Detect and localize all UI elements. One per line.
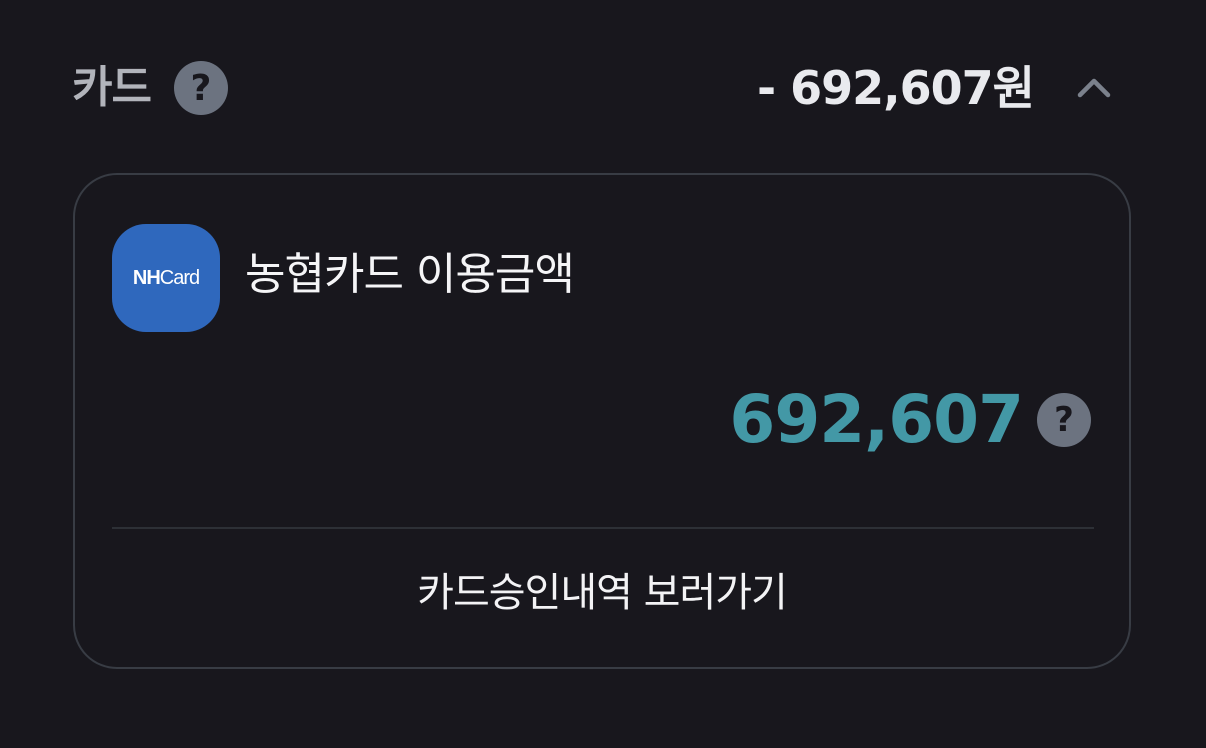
card-usage-title: 농협카드 이용금액 — [245, 249, 575, 300]
question-mark-icon[interactable]: ? — [174, 61, 228, 115]
chevron-up-icon[interactable] — [1076, 70, 1112, 106]
total-amount: - 692,607원 — [757, 61, 1035, 115]
card-section-header[interactable]: 카드 ? - 692,607원 — [72, 56, 1122, 120]
logo-brand-regular: Card — [159, 266, 200, 289]
card-amount-row: 692,607 ? — [729, 385, 1091, 455]
page: 카드 ? - 692,607원 NH Card 농협카드 이용금액 692,607… — [0, 0, 1206, 748]
card-approval-history-link[interactable]: 카드승인내역 보러가기 — [75, 565, 1129, 621]
question-mark-icon[interactable]: ? — [1037, 393, 1091, 447]
section-title: 카드 — [72, 62, 152, 113]
nh-card-logo: NH Card — [112, 224, 220, 332]
logo-brand-bold: NH — [132, 266, 161, 289]
card-usage-amount: 692,607 — [729, 381, 1024, 458]
card-usage-panel: NH Card 농협카드 이용금액 692,607 ? 카드승인내역 보러가기 — [73, 173, 1131, 669]
divider — [112, 527, 1094, 529]
